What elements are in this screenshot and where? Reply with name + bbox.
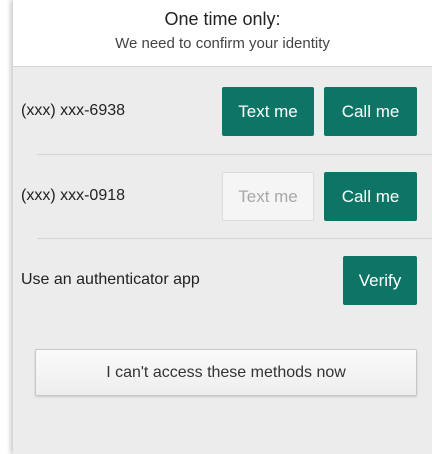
call-me-button-2[interactable]: Call me bbox=[324, 172, 417, 221]
divider bbox=[37, 154, 432, 155]
divider bbox=[37, 238, 432, 239]
verify-button[interactable]: Verify bbox=[343, 256, 417, 305]
cant-access-methods-button[interactable]: I can't access these methods now bbox=[35, 349, 417, 396]
header: One time only: We need to confirm your i… bbox=[13, 0, 432, 67]
page-subtitle: We need to confirm your identity bbox=[115, 35, 330, 52]
verification-panel: One time only: We need to confirm your i… bbox=[13, 0, 432, 454]
text-me-button-2-disabled[interactable]: Text me bbox=[222, 172, 314, 221]
call-me-button-1[interactable]: Call me bbox=[324, 87, 417, 136]
authenticator-label: Use an authenticator app bbox=[21, 271, 200, 288]
phone-number-1: (xxx) xxx-6938 bbox=[21, 102, 126, 119]
text-me-button-1[interactable]: Text me bbox=[222, 87, 314, 136]
phone-number-2: (xxx) xxx-0918 bbox=[21, 187, 126, 204]
identity-verification-screen: One time only: We need to confirm your i… bbox=[0, 0, 432, 454]
page-title: One time only: bbox=[164, 9, 281, 29]
